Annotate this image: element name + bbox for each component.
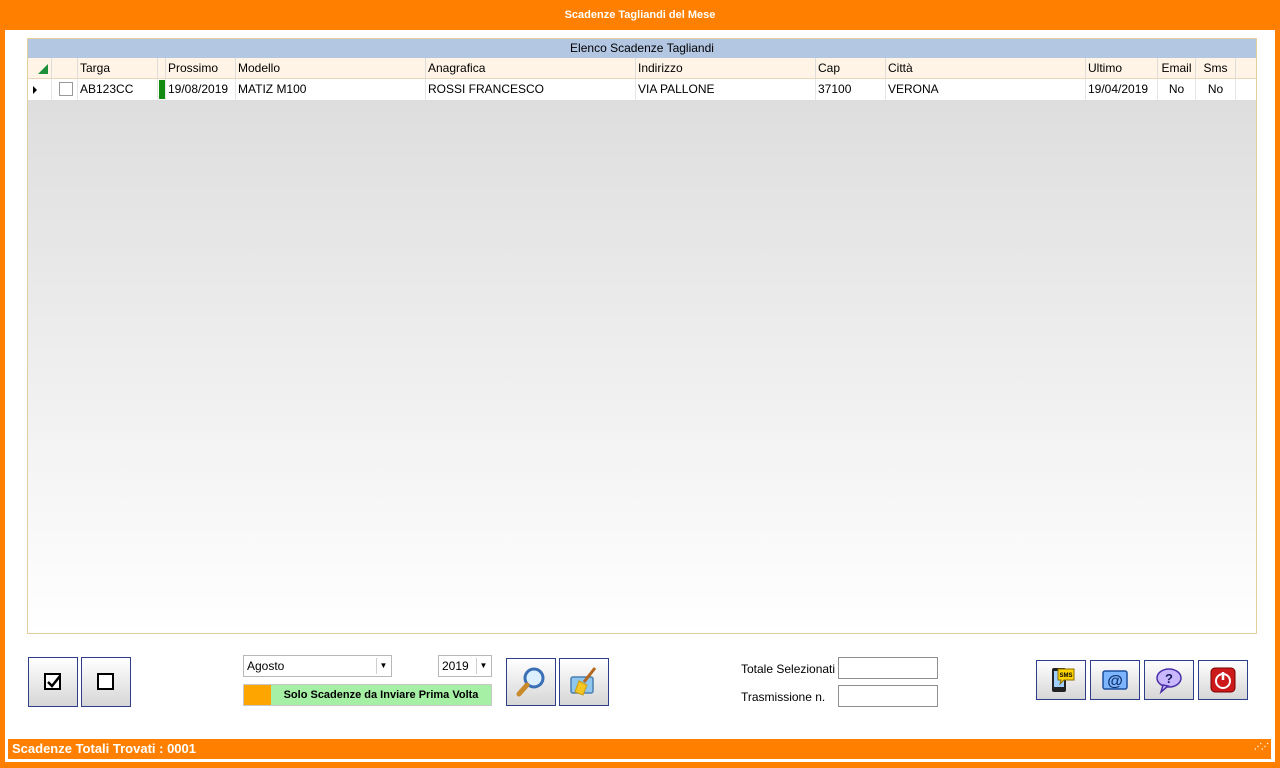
broom-icon [570, 667, 597, 696]
header-check [52, 58, 78, 78]
search-button[interactable] [506, 658, 556, 706]
power-icon [1210, 667, 1236, 693]
toggle-label: Solo Scadenze da Inviare Prima Volta [271, 685, 491, 705]
status-text: Scadenze Totali Trovati : 0001 [12, 741, 196, 756]
status-bar: Scadenze Totali Trovati : 0001 ⋰⋰ [8, 739, 1271, 759]
resize-grip-icon[interactable]: ⋰⋰ [1254, 737, 1269, 757]
header-status [158, 58, 166, 78]
first-send-filter[interactable]: Solo Scadenze da Inviare Prima Volta [243, 684, 492, 706]
checkmark-box-icon [44, 673, 61, 690]
cell-prossimo: 19/08/2019 [166, 79, 236, 100]
cell-status [158, 79, 166, 100]
scadenze-grid[interactable]: Elenco Scadenze Tagliandi Targa Prossimo… [27, 38, 1257, 634]
send-email-button[interactable]: @ [1090, 660, 1140, 700]
at-mail-icon: @ [1102, 670, 1128, 690]
header-targa[interactable]: Targa [78, 58, 158, 78]
totale-selezionati-field[interactable] [838, 657, 938, 679]
cell-anagrafica: ROSSI FRANCESCO [426, 79, 636, 100]
exit-button[interactable] [1198, 660, 1248, 700]
trasmissione-label: Trasmissione n. [741, 690, 826, 704]
window-title: Scadenze Tagliandi del Mese [564, 9, 716, 21]
chevron-down-icon[interactable]: ▼ [376, 658, 390, 674]
help-button[interactable]: ? [1144, 660, 1194, 700]
grid-caption: Elenco Scadenze Tagliandi [28, 39, 1256, 58]
table-row[interactable]: AB123CC 19/08/2019 MATIZ M100 ROSSI FRAN… [28, 79, 1256, 101]
toggle-indicator[interactable] [244, 685, 271, 705]
empty-box-icon [97, 673, 114, 690]
sms-phone-icon: SMS [1052, 668, 1075, 692]
header-anagrafica[interactable]: Anagrafica [426, 58, 636, 78]
header-cap[interactable]: Cap [816, 58, 886, 78]
row-check-cell [52, 79, 78, 100]
status-indicator [159, 80, 165, 99]
header-sms[interactable]: Sms [1196, 58, 1236, 78]
header-citta[interactable]: Città [886, 58, 1086, 78]
header-email[interactable]: Email [1158, 58, 1196, 78]
current-row-arrow-icon [33, 86, 37, 94]
select-all-corner[interactable] [28, 58, 52, 78]
row-selector[interactable] [28, 79, 52, 100]
svg-text:@: @ [1107, 673, 1123, 690]
header-ultimo[interactable]: Ultimo [1086, 58, 1158, 78]
row-checkbox[interactable] [59, 82, 73, 96]
cell-email: No [1158, 79, 1196, 100]
header-modello[interactable]: Modello [236, 58, 426, 78]
year-select[interactable]: 2019 ▼ [438, 655, 492, 677]
cell-cap: 37100 [816, 79, 886, 100]
year-value: 2019 [442, 659, 469, 673]
grid-header: Targa Prossimo Modello Anagrafica Indiri… [28, 58, 1256, 79]
magnifier-icon [516, 667, 545, 697]
cell-targa: AB123CC [78, 79, 158, 100]
deselect-all-button[interactable] [81, 657, 131, 707]
cell-ultimo: 19/04/2019 [1086, 79, 1158, 100]
cell-sms: No [1196, 79, 1236, 100]
send-sms-button[interactable]: SMS [1036, 660, 1086, 700]
svg-text:?: ? [1165, 671, 1173, 686]
corner-triangle-icon [38, 64, 48, 74]
svg-text:SMS: SMS [1059, 673, 1072, 679]
cell-modello: MATIZ M100 [236, 79, 426, 100]
question-bubble-icon: ? [1156, 668, 1182, 695]
header-prossimo[interactable]: Prossimo [166, 58, 236, 78]
clear-button[interactable] [559, 658, 609, 706]
totale-selezionati-label: Totale Selezionati [741, 662, 836, 676]
month-value: Agosto [247, 659, 285, 673]
trasmissione-field[interactable] [838, 685, 938, 707]
header-indirizzo[interactable]: Indirizzo [636, 58, 816, 78]
select-all-button[interactable] [28, 657, 78, 707]
month-select[interactable]: Agosto ▼ [243, 655, 392, 677]
chevron-down-icon[interactable]: ▼ [476, 658, 490, 674]
main-panel: Elenco Scadenze Tagliandi Targa Prossimo… [5, 30, 1275, 762]
cell-citta: VERONA [886, 79, 1086, 100]
cell-indirizzo: VIA PALLONE [636, 79, 816, 100]
